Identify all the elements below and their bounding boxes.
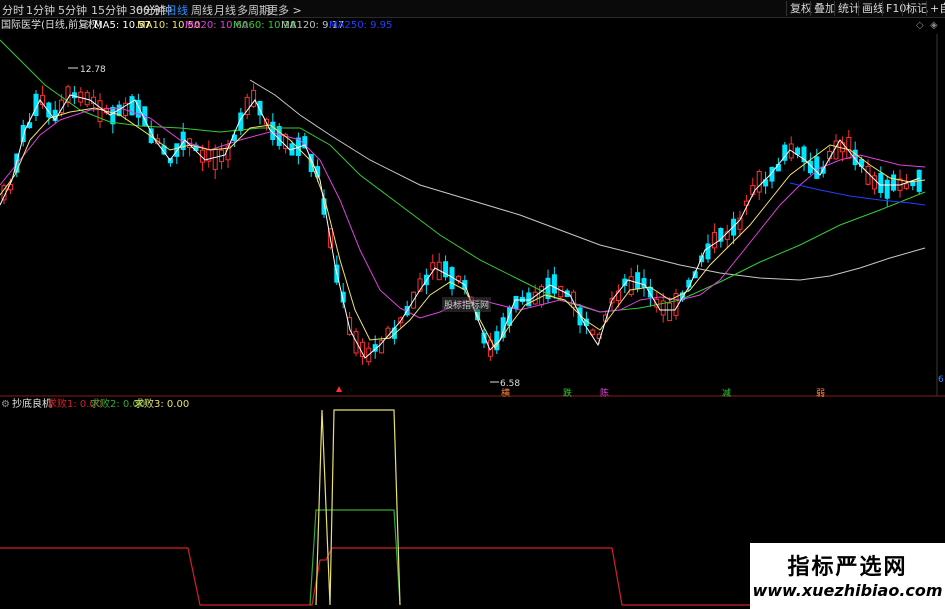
candle-body <box>590 329 596 335</box>
candle-body <box>551 274 557 294</box>
candle-body <box>174 143 180 157</box>
watermark-en: www.xuezhibiao.com <box>752 581 943 600</box>
candle-body <box>628 276 634 296</box>
candle-body <box>814 156 820 179</box>
indicator-legend: ⚙ 抄底良机 求败1: 0.00 求败2: 0.00 求败3: 0.00 <box>0 398 945 412</box>
candle-body <box>359 341 365 357</box>
candle-body <box>276 126 282 146</box>
candle-body <box>532 291 538 305</box>
indicator-line-3 <box>315 409 401 606</box>
mid-chart-watermark: 股标指标网 <box>442 297 492 312</box>
ma60-line <box>0 39 926 313</box>
up-arrow-icon <box>336 386 342 392</box>
candle-body <box>711 232 717 249</box>
candle-body <box>756 170 762 193</box>
candle-body <box>903 183 909 189</box>
candle-body <box>635 272 641 290</box>
candle-body <box>667 302 673 322</box>
candle-body <box>513 295 519 310</box>
candle-body <box>212 148 218 170</box>
candle-body <box>705 243 711 260</box>
site-watermark: 指标严选网 www.xuezhibiao.com <box>750 543 945 609</box>
candle-body <box>775 163 781 172</box>
candle-body <box>878 172 884 193</box>
high-price-label: 12.78 <box>80 65 106 75</box>
indicator-name: 抄底良机 <box>12 399 52 410</box>
candle-body <box>750 185 756 195</box>
candle-body <box>884 179 890 199</box>
right-axis-marker: 6 <box>938 375 944 385</box>
candle-body <box>110 107 116 125</box>
candle-body <box>865 165 871 185</box>
candle-body <box>353 331 359 354</box>
indicator-settings-icon[interactable]: ⚙ <box>1 398 10 412</box>
indicator-line-1 <box>0 547 750 606</box>
watermark-cn: 指标严选网 <box>787 555 908 580</box>
indicator-line-2 <box>309 509 401 606</box>
ma5-line <box>0 94 921 359</box>
indicator-value-3: 求败3: 0.00 <box>134 399 190 410</box>
candle-body <box>795 147 801 155</box>
candle-body <box>891 174 897 191</box>
ma10-line <box>0 107 926 349</box>
candle-body <box>846 136 852 159</box>
ma120-line <box>249 79 926 281</box>
candle-body <box>558 286 564 298</box>
